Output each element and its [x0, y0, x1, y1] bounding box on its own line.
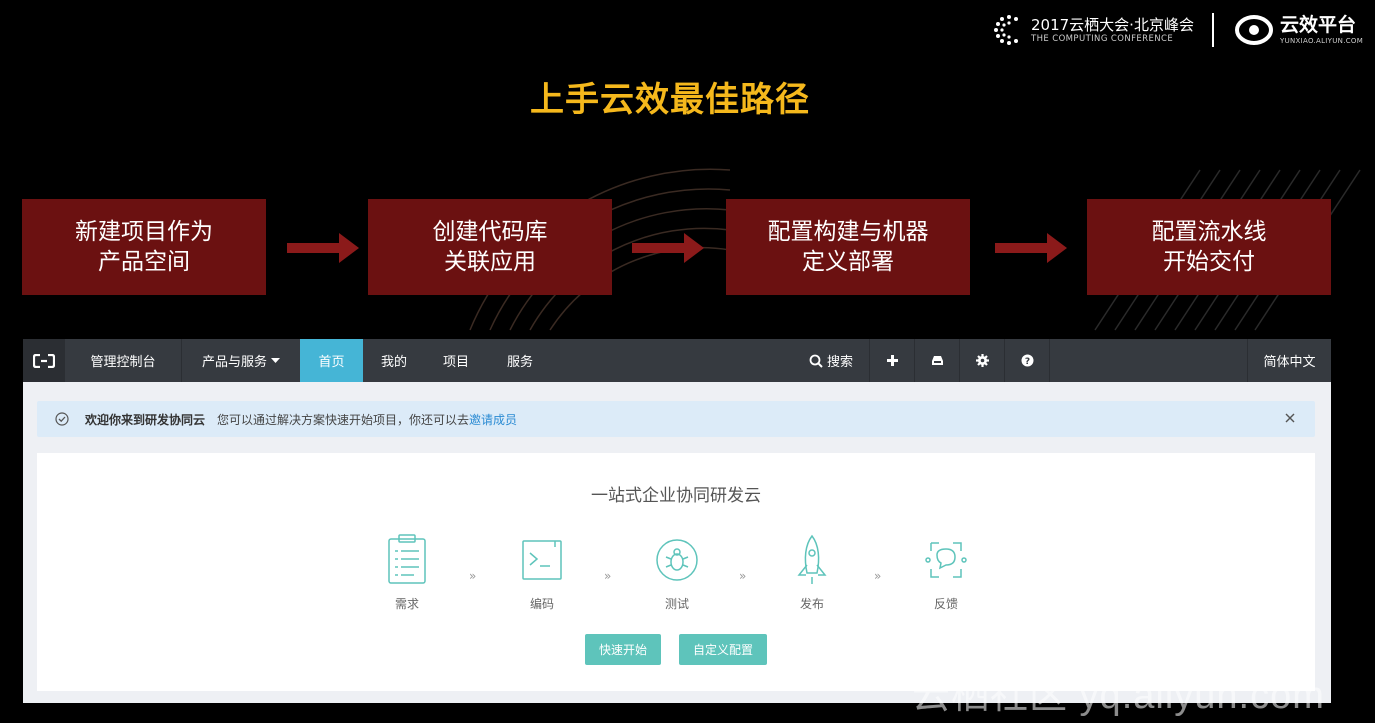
- conference-mark-icon: [994, 15, 1018, 45]
- flow-step-testing: 测试: [637, 533, 717, 612]
- help-icon: ?: [1021, 354, 1033, 367]
- welcome-message: 您可以通过解决方案快速开始项目，你还可以去: [217, 412, 470, 427]
- nav-console[interactable]: 管理控制台: [65, 339, 181, 382]
- getting-started-panel: 一站式企业协同研发云 需求 » 编码 » 测试 » 发布 » 反馈 快速开始 自…: [37, 453, 1315, 691]
- nav-language-switch[interactable]: 简体中文: [1248, 339, 1331, 382]
- nav-separator: [1049, 339, 1050, 382]
- step-configure-pipeline: 配置流水线 开始交付: [1087, 199, 1331, 295]
- close-icon[interactable]: [1283, 411, 1297, 425]
- plus-icon: [886, 355, 898, 366]
- nav-search-label: 搜索: [826, 355, 853, 370]
- arrow-right-icon: [995, 233, 1067, 263]
- nav-projects-label: 项目: [442, 355, 469, 370]
- nav-tab-home[interactable]: 首页: [300, 339, 363, 382]
- chat-feedback-icon: [925, 542, 967, 578]
- terminal-icon: [522, 540, 562, 580]
- inbox-icon: [931, 356, 943, 365]
- chevron-double-right-icon: »: [874, 569, 882, 583]
- nav-help-button[interactable]: ?: [1005, 339, 1049, 382]
- nav-search-button[interactable]: 搜索: [793, 339, 869, 382]
- conference-subtitle: THE COMPUTING CONFERENCE: [1031, 33, 1174, 44]
- logo-divider: [1212, 13, 1214, 47]
- nav-add-button[interactable]: [870, 339, 914, 382]
- chevron-double-right-icon: »: [739, 569, 747, 583]
- step-create-project: 新建项目作为 产品空间: [22, 199, 266, 295]
- bug-icon: [656, 539, 698, 581]
- brand-name: 云效平台: [1280, 14, 1357, 36]
- chevron-double-right-icon: »: [604, 569, 612, 583]
- yunxiao-app-screenshot: 管理控制台 产品与服务 首页 我的 项目 服务 搜索 ? 简体中文 欢迎你来到研…: [23, 339, 1331, 703]
- nav-mine-label: 我的: [380, 355, 407, 370]
- aliyun-logo-button[interactable]: [23, 339, 65, 382]
- nav-language-label: 简体中文: [1263, 355, 1316, 370]
- step-create-repo: 创建代码库 关联应用: [368, 199, 612, 295]
- nav-services-label: 服务: [506, 355, 533, 370]
- flow-label: 需求: [394, 597, 419, 611]
- arrow-right-icon: [632, 233, 704, 263]
- flow-label: 测试: [664, 597, 689, 611]
- nav-tab-projects[interactable]: 项目: [425, 339, 487, 382]
- flow-label: 编码: [529, 597, 554, 611]
- nav-tab-mine[interactable]: 我的: [363, 339, 425, 382]
- svg-text:?: ?: [1024, 357, 1029, 367]
- watermark: 云栖社区 yq.aliyun.com: [912, 675, 1325, 717]
- check-circle-icon: [55, 412, 69, 426]
- nav-products-dropdown[interactable]: 产品与服务: [182, 339, 300, 382]
- nav-console-label: 管理控制台: [90, 355, 156, 370]
- top-navigation: 管理控制台 产品与服务 首页 我的 项目 服务 搜索 ? 简体中文: [23, 339, 1331, 382]
- nav-home-label: 首页: [318, 355, 345, 370]
- yunxiao-mark-icon: [1234, 14, 1274, 46]
- flow-label: 发布: [799, 597, 824, 611]
- conference-title: 2017云栖大会·北京峰会: [1031, 15, 1194, 34]
- conference-logo: 2017云栖大会·北京峰会 THE COMPUTING CONFERENCE: [993, 14, 1194, 46]
- flow-step-coding: 编码: [502, 533, 582, 612]
- flow-step-release: 发布: [772, 533, 852, 612]
- welcome-title: 欢迎你来到研发协同云: [85, 412, 206, 427]
- chevron-double-right-icon: »: [469, 569, 477, 583]
- step-configure-build: 配置构建与机器 定义部署: [726, 199, 970, 295]
- nav-tab-services[interactable]: 服务: [487, 339, 553, 382]
- clipboard-icon: [388, 534, 426, 584]
- nav-products-label: 产品与服务: [201, 355, 267, 370]
- arrow-right-icon: [287, 233, 359, 263]
- flow-label: 反馈: [933, 597, 958, 611]
- flow-step-feedback: 反馈: [906, 533, 986, 612]
- gear-icon: [975, 354, 989, 367]
- nav-inbox-button[interactable]: [915, 339, 959, 382]
- quick-start-button[interactable]: 快速开始: [585, 634, 661, 665]
- panel-title: 一站式企业协同研发云: [591, 486, 761, 506]
- brand-url: YUNXIAO.ALIYUN.COM: [1280, 37, 1364, 45]
- welcome-banner: 欢迎你来到研发协同云 您可以通过解决方案快速开始项目，你还可以去 邀请成员: [37, 401, 1315, 437]
- rocket-icon: [797, 534, 827, 584]
- invite-members-link[interactable]: 邀请成员: [469, 411, 517, 428]
- chevron-down-icon: [271, 357, 280, 363]
- custom-config-button[interactable]: 自定义配置: [679, 634, 767, 665]
- search-icon: [809, 354, 823, 368]
- slide-title: 上手云效最佳路径: [530, 80, 810, 120]
- nav-settings-button[interactable]: [960, 339, 1004, 382]
- aliyun-logo-icon: [33, 353, 55, 368]
- yunxiao-logo: 云效平台 YUNXIAO.ALIYUN.COM: [1234, 14, 1363, 46]
- flow-step-requirement: 需求: [367, 533, 447, 612]
